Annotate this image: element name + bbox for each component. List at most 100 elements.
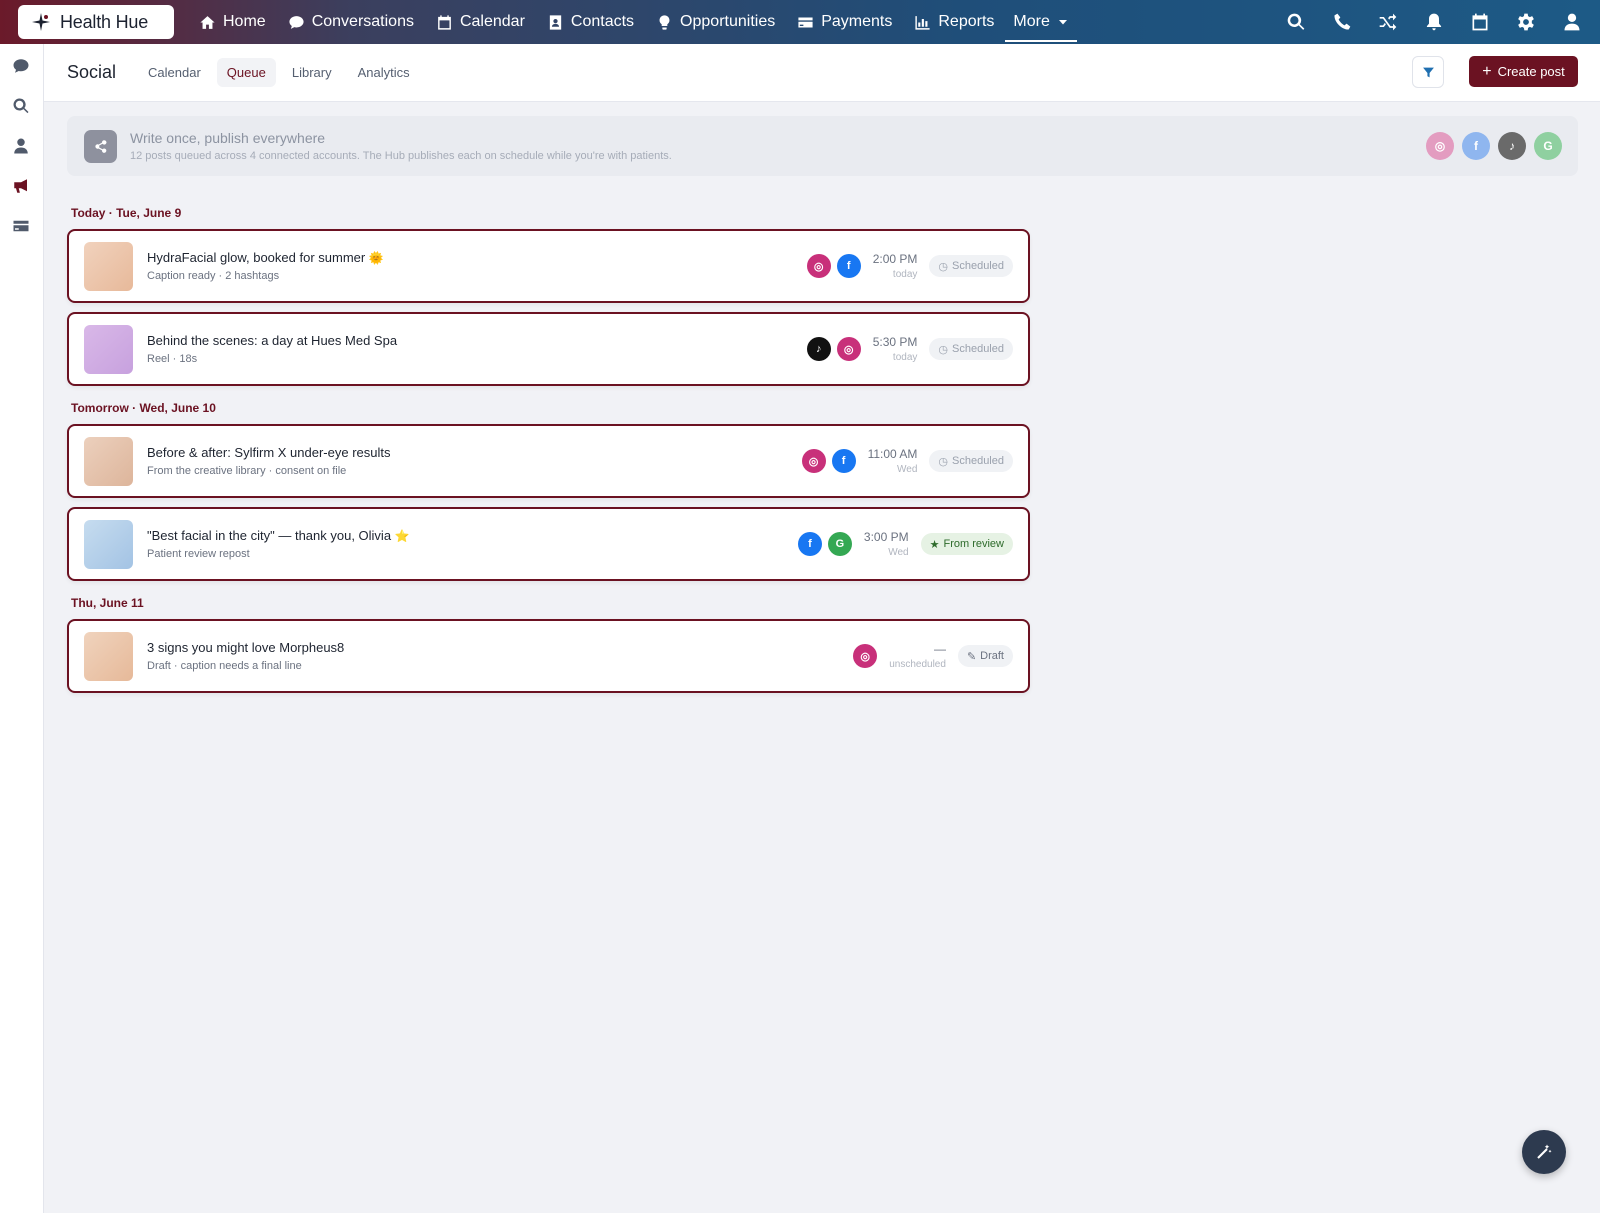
post-title: 3 signs you might love Morpheus8 xyxy=(147,640,345,655)
nav-conversations[interactable]: Conversations xyxy=(277,0,425,44)
star-emoji-icon: ⭐ xyxy=(394,529,410,543)
facebook-icon[interactable]: f xyxy=(1462,132,1490,160)
instagram-icon[interactable]: ◎ xyxy=(1426,132,1454,160)
app-logo[interactable]: Health Hue xyxy=(18,5,174,39)
tab-analytics[interactable]: Analytics xyxy=(348,58,420,87)
bell-icon[interactable] xyxy=(1424,12,1444,32)
calendar-icon xyxy=(438,14,451,30)
bar-chart-icon xyxy=(915,15,930,30)
nav-payments[interactable]: Payments xyxy=(786,0,903,44)
instagram-icon: ◎ xyxy=(853,644,878,668)
facebook-icon: f xyxy=(831,449,856,473)
caret-down-icon xyxy=(1058,20,1067,25)
credit-card-icon xyxy=(13,220,29,232)
post-time: 3:00 PM xyxy=(863,530,909,544)
filter-button[interactable] xyxy=(1412,56,1444,88)
google-icon[interactable]: G xyxy=(1534,132,1562,160)
status-badge: ★ From review xyxy=(920,533,1013,555)
status-badge: ◷ Scheduled xyxy=(929,338,1013,360)
queue-post-card[interactable]: 3 signs you might love Morpheus8 Draft ·… xyxy=(67,619,1030,693)
nav-opportunities[interactable]: Opportunities xyxy=(645,0,786,44)
nav-calendar-label: Calendar xyxy=(459,13,525,30)
nav-contacts[interactable]: Contacts xyxy=(536,0,645,44)
user-icon[interactable] xyxy=(1562,12,1582,32)
queue-post-card[interactable]: "Best facial in the city" — thank you, O… xyxy=(67,507,1030,581)
status-badge: ◷ Scheduled xyxy=(929,255,1013,277)
tiktok-icon[interactable]: ♪ xyxy=(1498,132,1526,160)
rail-social[interactable] xyxy=(12,177,32,197)
page-title: Social xyxy=(67,62,117,82)
clock-icon: ◷ xyxy=(938,260,948,273)
nav-reports-label: Reports xyxy=(938,13,995,30)
nav-more[interactable]: More xyxy=(1005,4,1077,42)
rail-payments[interactable] xyxy=(12,217,32,237)
magic-wand-button[interactable] xyxy=(1522,1130,1566,1174)
queue-post-card[interactable]: Behind the scenes: a day at Hues Med Spa… xyxy=(67,312,1030,386)
facebook-icon: f xyxy=(797,532,822,556)
banner-subtitle: 12 posts queued across 4 connected accou… xyxy=(130,150,672,162)
nav-home-label: Home xyxy=(223,13,266,30)
nav-payments-label: Payments xyxy=(821,13,893,30)
nav-conversations-label: Conversations xyxy=(311,13,414,30)
post-day: Wed xyxy=(888,547,909,558)
post-subtitle: Reel · 18s xyxy=(147,353,198,365)
instagram-icon: ◎ xyxy=(801,449,826,473)
tab-library[interactable]: Library xyxy=(282,58,342,87)
group-thursday: Thu, June 11 xyxy=(71,596,144,610)
create-post-button[interactable]: + Create post xyxy=(1469,56,1578,87)
logo-mark-icon xyxy=(32,13,50,31)
facebook-icon: f xyxy=(836,254,861,278)
post-thumbnail xyxy=(84,242,133,291)
post-subtitle: Patient review repost xyxy=(147,548,250,560)
social-header: Social Calendar Queue Library Analytics … xyxy=(44,44,1600,102)
share-icon xyxy=(84,130,117,163)
social-tabs: Calendar Queue Library Analytics xyxy=(138,58,420,87)
phone-icon[interactable] xyxy=(1332,12,1352,32)
shuffle-icon[interactable] xyxy=(1378,12,1398,32)
nav-calendar[interactable]: Calendar xyxy=(425,0,536,44)
post-subtitle: Caption ready · 2 hashtags xyxy=(147,270,280,282)
top-nav: Health Hue Home Conversations Calendar C… xyxy=(0,0,1600,44)
plus-icon: + xyxy=(1482,62,1492,80)
tiktok-icon: ♪ xyxy=(806,337,831,361)
google-icon: G xyxy=(827,532,852,556)
search-icon[interactable] xyxy=(1286,12,1306,32)
left-rail xyxy=(0,44,44,1213)
lightbulb-icon xyxy=(659,14,670,30)
post-thumbnail xyxy=(84,437,133,486)
nav-home[interactable]: Home xyxy=(188,0,277,44)
queue-post-card[interactable]: HydraFacial glow, booked for summer 🌞 Ca… xyxy=(67,229,1030,303)
post-thumbnail xyxy=(84,632,133,681)
clock-icon: ◷ xyxy=(938,343,948,356)
post-title: Before & after: Sylfirm X under-eye resu… xyxy=(147,445,391,460)
magic-wand-icon xyxy=(1537,1144,1552,1159)
home-icon xyxy=(200,15,215,29)
post-title: "Best facial in the city" — thank you, O… xyxy=(147,528,410,543)
instagram-icon: ◎ xyxy=(806,254,831,278)
app-name: Health Hue xyxy=(60,11,149,32)
create-post-label: Create post xyxy=(1497,64,1565,79)
nav-reports[interactable]: Reports xyxy=(903,0,1005,44)
post-time: 2:00 PM xyxy=(872,252,918,266)
calendar-icon[interactable] xyxy=(1470,12,1490,32)
tab-calendar[interactable]: Calendar xyxy=(138,58,211,87)
post-subtitle: From the creative library · consent on f… xyxy=(147,465,347,477)
queue-post-card[interactable]: Before & after: Sylfirm X under-eye resu… xyxy=(67,424,1030,498)
chat-icon xyxy=(13,59,29,73)
tab-queue[interactable]: Queue xyxy=(216,58,276,87)
nav-contacts-label: Contacts xyxy=(570,13,635,30)
gear-icon[interactable] xyxy=(1516,12,1536,32)
clock-icon: ◷ xyxy=(938,455,948,468)
rail-chat[interactable] xyxy=(12,57,32,77)
rail-search[interactable] xyxy=(12,97,32,117)
group-today: Today · Tue, June 9 xyxy=(71,206,182,220)
connected-accounts: ◎ f ♪ G xyxy=(1426,132,1562,160)
post-time: 5:30 PM xyxy=(872,335,918,349)
post-day: today xyxy=(892,352,918,363)
credit-card-icon xyxy=(798,17,813,27)
rail-contacts[interactable] xyxy=(12,137,32,157)
post-title: Behind the scenes: a day at Hues Med Spa xyxy=(147,333,398,348)
banner-title: Write once, publish everywhere xyxy=(130,130,326,146)
megaphone-icon xyxy=(14,179,27,193)
post-subtitle: Draft · caption needs a final line xyxy=(147,660,302,672)
